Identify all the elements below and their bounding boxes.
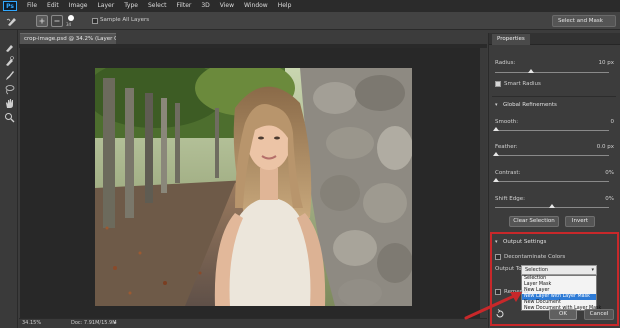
refine-edge-brush-tool-icon[interactable] xyxy=(4,56,15,67)
brush-size-value[interactable]: 34 xyxy=(66,22,71,27)
contrast-label: Contrast: xyxy=(495,170,521,176)
menu-help[interactable]: Help xyxy=(273,0,297,12)
divider xyxy=(492,233,616,234)
tools-panel xyxy=(0,30,18,328)
decontaminate-colors-checkbox[interactable] xyxy=(495,254,501,260)
shift-edge-label: Shift Edge: xyxy=(495,196,525,202)
output-settings-title: Output Settings xyxy=(503,239,547,245)
refine-brush-tool-icon[interactable] xyxy=(6,15,18,27)
document-image[interactable] xyxy=(95,68,412,306)
radius-slider-thumb[interactable] xyxy=(528,69,535,73)
global-refinements-title: Global Refinements xyxy=(503,102,557,108)
menu-bar: Ps File Edit Image Layer Type Select Fil… xyxy=(0,0,620,12)
status-menu-icon[interactable]: ▸ xyxy=(114,319,117,328)
document-tab[interactable]: crop-image.psd @ 34.2% (Layer 0, RGB/8#)… xyxy=(20,33,116,44)
feather-label: Feather: xyxy=(495,144,518,150)
zoom-tool-icon[interactable] xyxy=(4,112,15,123)
smart-radius-checkbox[interactable] xyxy=(495,81,501,87)
menu-file[interactable]: File xyxy=(22,0,42,12)
add-to-selection-icon[interactable] xyxy=(36,15,48,27)
radius-value[interactable]: 10 px xyxy=(592,60,615,66)
brush-tool-icon[interactable] xyxy=(4,70,15,81)
output-to-value: Selection xyxy=(525,267,549,273)
sample-all-layers-checkbox[interactable] xyxy=(92,18,98,24)
menu-window[interactable]: Window xyxy=(239,0,273,12)
menu-filter[interactable]: Filter xyxy=(172,0,197,12)
sample-all-layers-label: Sample All Layers xyxy=(100,17,150,23)
properties-tab-strip: Properties xyxy=(489,33,620,45)
zoom-level[interactable]: 34.15% xyxy=(22,319,41,328)
output-to-select[interactable]: Selection ▾ xyxy=(521,265,597,275)
output-to-label: Output To: xyxy=(495,266,524,272)
options-bar: 34 Sample All Layers Select and Mask xyxy=(0,12,620,30)
brush-preview-icon[interactable] xyxy=(68,15,74,21)
feather-value[interactable]: 0.0 px xyxy=(592,144,614,150)
smart-radius-label: Smart Radius xyxy=(504,81,541,87)
contrast-value[interactable]: 0% xyxy=(592,170,614,176)
cancel-button[interactable]: Cancel xyxy=(584,309,614,320)
menu-image[interactable]: Image xyxy=(64,0,93,12)
clear-selection-button[interactable]: Clear Selection xyxy=(509,216,559,227)
menu-select[interactable]: Select xyxy=(143,0,172,12)
document-size: Doc: 7.91M/15.9M xyxy=(71,320,117,326)
annotation-arrow-icon xyxy=(464,292,522,320)
hand-tool-icon[interactable] xyxy=(4,98,15,109)
feather-slider-thumb[interactable] xyxy=(493,152,499,156)
ok-button[interactable]: OK xyxy=(549,309,577,320)
quick-selection-tool-icon[interactable] xyxy=(4,42,15,53)
divider xyxy=(492,96,616,97)
radius-label: Radius: xyxy=(495,60,516,66)
feather-slider-track[interactable] xyxy=(495,155,609,156)
smooth-slider-track[interactable] xyxy=(495,130,609,131)
output-to-dropdown: Selection Layer Mask New Layer New Layer… xyxy=(521,275,601,311)
menu-type[interactable]: Type xyxy=(119,0,143,12)
shift-edge-value[interactable]: 0% xyxy=(592,196,614,202)
menu-view[interactable]: View xyxy=(215,0,239,12)
app-logo: Ps xyxy=(3,1,17,11)
output-settings-header[interactable]: ▾ Output Settings xyxy=(489,238,619,248)
shift-edge-slider-thumb[interactable] xyxy=(549,204,555,208)
status-bar: 34.15% Doc: 7.91M/15.9M ▸ xyxy=(19,318,487,328)
subtract-from-selection-icon[interactable] xyxy=(51,15,63,27)
select-and-mask-button[interactable]: Select and Mask xyxy=(552,15,616,27)
vertical-scrollbar[interactable] xyxy=(480,48,487,318)
tab-properties[interactable]: Properties xyxy=(492,34,530,45)
smooth-label: Smooth: xyxy=(495,119,519,125)
chevron-down-icon: ▾ xyxy=(591,267,594,273)
collapse-chevron-icon: ▾ xyxy=(495,102,498,108)
menu-edit[interactable]: Edit xyxy=(42,0,64,12)
menu-layer[interactable]: Layer xyxy=(92,0,119,12)
contrast-slider-track[interactable] xyxy=(495,181,609,182)
collapse-chevron-icon: ▾ xyxy=(495,239,498,245)
menu-3d[interactable]: 3D xyxy=(196,0,214,12)
smooth-value[interactable]: 0 xyxy=(592,119,615,125)
lasso-tool-icon[interactable] xyxy=(4,84,15,95)
radius-slider-track[interactable] xyxy=(495,72,609,73)
smooth-slider-thumb[interactable] xyxy=(493,127,499,131)
properties-panel: Properties Radius: 10 px Smart Radius ▾ … xyxy=(488,33,620,328)
global-refinements-header[interactable]: ▾ Global Refinements xyxy=(489,101,619,111)
invert-button[interactable]: Invert xyxy=(565,216,595,227)
contrast-slider-thumb[interactable] xyxy=(493,178,499,182)
decontaminate-colors-label: Decontaminate Colors xyxy=(504,254,566,260)
